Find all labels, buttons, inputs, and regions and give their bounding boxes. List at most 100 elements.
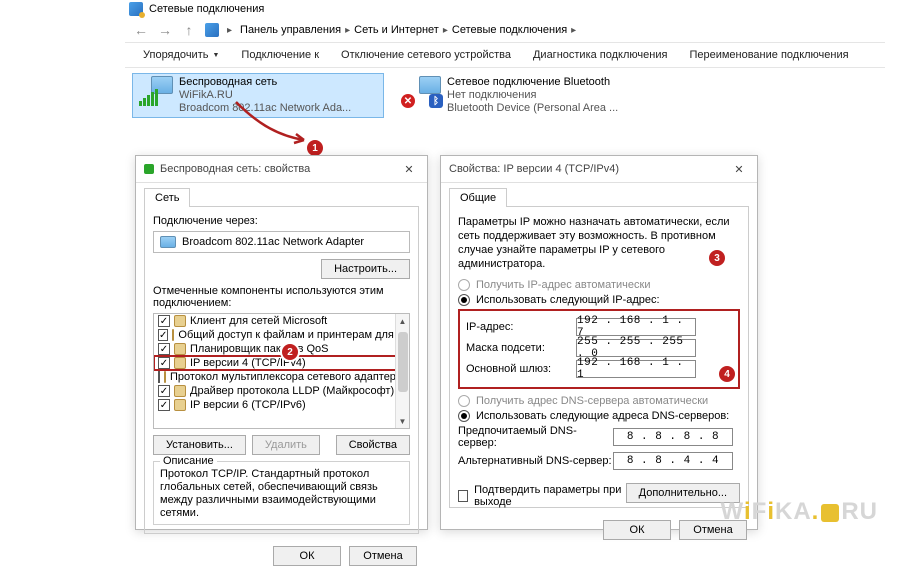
remove-button[interactable]: Удалить xyxy=(252,435,320,455)
connections-list: Беспроводная сеть WiFikA.RU Broadcom 802… xyxy=(125,68,885,123)
scroll-up-icon[interactable]: ▲ xyxy=(396,314,409,328)
tabs: Общие xyxy=(441,183,757,206)
dialog-footer: ОК Отмена xyxy=(136,540,427,572)
breadcrumb-item-net-internet[interactable]: Сеть и Интернет xyxy=(354,24,439,36)
scroll-thumb[interactable] xyxy=(398,332,408,392)
component-icon xyxy=(174,315,186,327)
component-row[interactable]: ✓Клиент для сетей Microsoft xyxy=(154,314,409,328)
gateway-input[interactable]: 192 . 168 . 1 . 1 xyxy=(576,360,696,378)
component-row[interactable]: ✓IP версии 6 (TCP/IPv6) xyxy=(154,398,409,412)
checkbox-icon[interactable]: ✓ xyxy=(158,357,170,369)
toolbar-diagnose[interactable]: Диагностика подключения xyxy=(533,49,667,61)
network-connections-window: Сетевые подключения ← → ↑ ▸ Панель управ… xyxy=(125,0,885,123)
checkbox-icon[interactable]: ✓ xyxy=(158,343,170,355)
ipv4-properties-dialog: Свойства: IP версии 4 (TCP/IPv4) ✕ Общие… xyxy=(440,155,758,530)
ip-label: IP-адрес: xyxy=(466,321,576,333)
description-group: Описание Протокол TCP/IP. Стандартный пр… xyxy=(153,461,410,525)
network-card-icon xyxy=(160,236,176,248)
component-row[interactable]: ✓IP версии 4 (TCP/IPv4) xyxy=(154,356,409,370)
device-name: Broadcom 802.11ac Network Adapter xyxy=(182,236,364,248)
connection-device: Broadcom 802.11ac Network Ada... xyxy=(179,102,351,115)
callout-2: 2 xyxy=(282,344,298,360)
network-connections-icon xyxy=(129,2,143,16)
dialog-footer: ОК Отмена xyxy=(441,514,757,546)
component-icon xyxy=(164,371,166,383)
description-text: Протокол TCP/IP. Стандартный протокол гл… xyxy=(160,468,403,520)
install-button[interactable]: Установить... xyxy=(153,435,246,455)
radio-label: Получить адрес DNS-сервера автоматически xyxy=(476,395,708,407)
radio-label: Использовать следующий IP-адрес: xyxy=(476,294,660,306)
confirm-on-exit[interactable]: Подтвердить параметры при выходе xyxy=(458,484,626,508)
bluetooth-conn-icon: ✕ ᛒ xyxy=(405,76,441,106)
callout-1: 1 xyxy=(307,140,323,156)
dns1-label: Предпочитаемый DNS-сервер: xyxy=(458,425,613,449)
connection-item-wireless[interactable]: Беспроводная сеть WiFikA.RU Broadcom 802… xyxy=(133,74,383,117)
toolbar: Упорядочить ▼ Подключение к Отключение с… xyxy=(125,42,885,68)
breadcrumb-item-net-connections[interactable]: Сетевые подключения xyxy=(452,24,567,36)
radio-icon xyxy=(458,410,470,422)
scrollbar[interactable]: ▲ ▼ xyxy=(395,314,409,428)
connection-device: Bluetooth Device (Personal Area ... xyxy=(447,102,618,115)
connection-item-bluetooth[interactable]: ✕ ᛒ Сетевое подключение Bluetooth Нет по… xyxy=(401,74,651,117)
radio-auto-ip[interactable]: Получить IP-адрес автоматически xyxy=(458,279,740,291)
tab-network[interactable]: Сеть xyxy=(144,188,190,207)
component-label: Планировщик пакетов QoS xyxy=(190,343,329,355)
ip-input[interactable]: 192 . 168 . 1 . 7 xyxy=(576,318,696,336)
checkbox-icon[interactable] xyxy=(158,371,160,383)
checkbox-icon[interactable]: ✓ xyxy=(158,315,170,327)
nav-row: ← → ↑ ▸ Панель управления ▸ Сеть и Интер… xyxy=(125,18,885,42)
component-icon xyxy=(174,343,186,355)
close-icon[interactable]: ✕ xyxy=(399,161,419,177)
radio-auto-dns[interactable]: Получить адрес DNS-сервера автоматически xyxy=(458,395,740,407)
radio-icon xyxy=(458,395,470,407)
properties-button[interactable]: Свойства xyxy=(336,435,410,455)
toolbar-connect[interactable]: Подключение к xyxy=(241,49,319,61)
radio-label: Использовать следующие адреса DNS-сервер… xyxy=(476,410,729,422)
nav-forward-icon[interactable]: → xyxy=(157,22,173,38)
component-icon xyxy=(174,357,186,369)
checkbox-icon[interactable]: ✓ xyxy=(158,329,168,341)
radio-manual-ip[interactable]: Использовать следующий IP-адрес: xyxy=(458,294,740,306)
close-icon[interactable]: ✕ xyxy=(729,161,749,177)
mask-input[interactable]: 255 . 255 . 255 . 0 xyxy=(576,339,696,357)
dialog-title-row: Свойства: IP версии 4 (TCP/IPv4) ✕ xyxy=(441,156,757,183)
component-button-row: Установить... Удалить Свойства xyxy=(153,435,410,455)
toolbar-rename[interactable]: Переименование подключения xyxy=(689,49,848,61)
checkbox-icon[interactable]: ✓ xyxy=(158,385,170,397)
component-row[interactable]: ✓Общий доступ к файлам и принтерам для с… xyxy=(154,328,409,342)
nav-up-icon[interactable]: ↑ xyxy=(181,22,197,38)
ok-button[interactable]: ОК xyxy=(273,546,341,566)
description-title: Описание xyxy=(160,455,217,467)
callout-3: 3 xyxy=(709,250,725,266)
configure-button[interactable]: Настроить... xyxy=(321,259,410,279)
tab-panel: Параметры IP можно назначать автоматичес… xyxy=(449,206,749,508)
dialog-title: Свойства: IP версии 4 (TCP/IPv4) xyxy=(449,163,619,175)
chevron-right-icon: ▸ xyxy=(443,25,448,36)
dns1-input[interactable]: 8 . 8 . 8 . 8 xyxy=(613,428,733,446)
breadcrumb-item-control-panel[interactable]: Панель управления xyxy=(240,24,341,36)
ok-button[interactable]: ОК xyxy=(603,520,671,540)
radio-label: Получить IP-адрес автоматически xyxy=(476,279,650,291)
breadcrumb: Панель управления ▸ Сеть и Интернет ▸ Се… xyxy=(240,24,576,36)
radio-manual-dns[interactable]: Использовать следующие адреса DNS-сервер… xyxy=(458,410,740,422)
component-row[interactable]: Протокол мультиплексора сетевого адаптер… xyxy=(154,370,409,384)
callout-4: 4 xyxy=(719,366,735,382)
cancel-button[interactable]: Отмена xyxy=(349,546,417,566)
scroll-down-icon[interactable]: ▼ xyxy=(396,414,409,428)
nav-back-icon[interactable]: ← xyxy=(133,22,149,38)
tab-general[interactable]: Общие xyxy=(449,188,507,207)
info-paragraph: Параметры IP можно назначать автоматичес… xyxy=(458,215,740,271)
dns2-label: Альтернативный DNS-сервер: xyxy=(458,455,613,467)
toolbar-disable[interactable]: Отключение сетевого устройства xyxy=(341,49,511,61)
adapter-properties-dialog: Беспроводная сеть: свойства ✕ Сеть Подкл… xyxy=(135,155,428,530)
tabs: Сеть xyxy=(136,183,427,206)
watermark-part: F xyxy=(752,498,768,525)
toolbar-organize[interactable]: Упорядочить ▼ xyxy=(143,49,219,61)
radio-icon xyxy=(458,294,470,306)
component-row[interactable]: ✓Драйвер протокола LLDP (Майкрософт) xyxy=(154,384,409,398)
checkbox-icon[interactable]: ✓ xyxy=(158,399,170,411)
watermark-qr-icon xyxy=(821,504,839,522)
confirm-exit-label: Подтвердить параметры при выходе xyxy=(474,484,626,508)
tab-panel: Подключение через: Broadcom 802.11ac Net… xyxy=(144,206,419,534)
dns2-input[interactable]: 8 . 8 . 4 . 4 xyxy=(613,452,733,470)
